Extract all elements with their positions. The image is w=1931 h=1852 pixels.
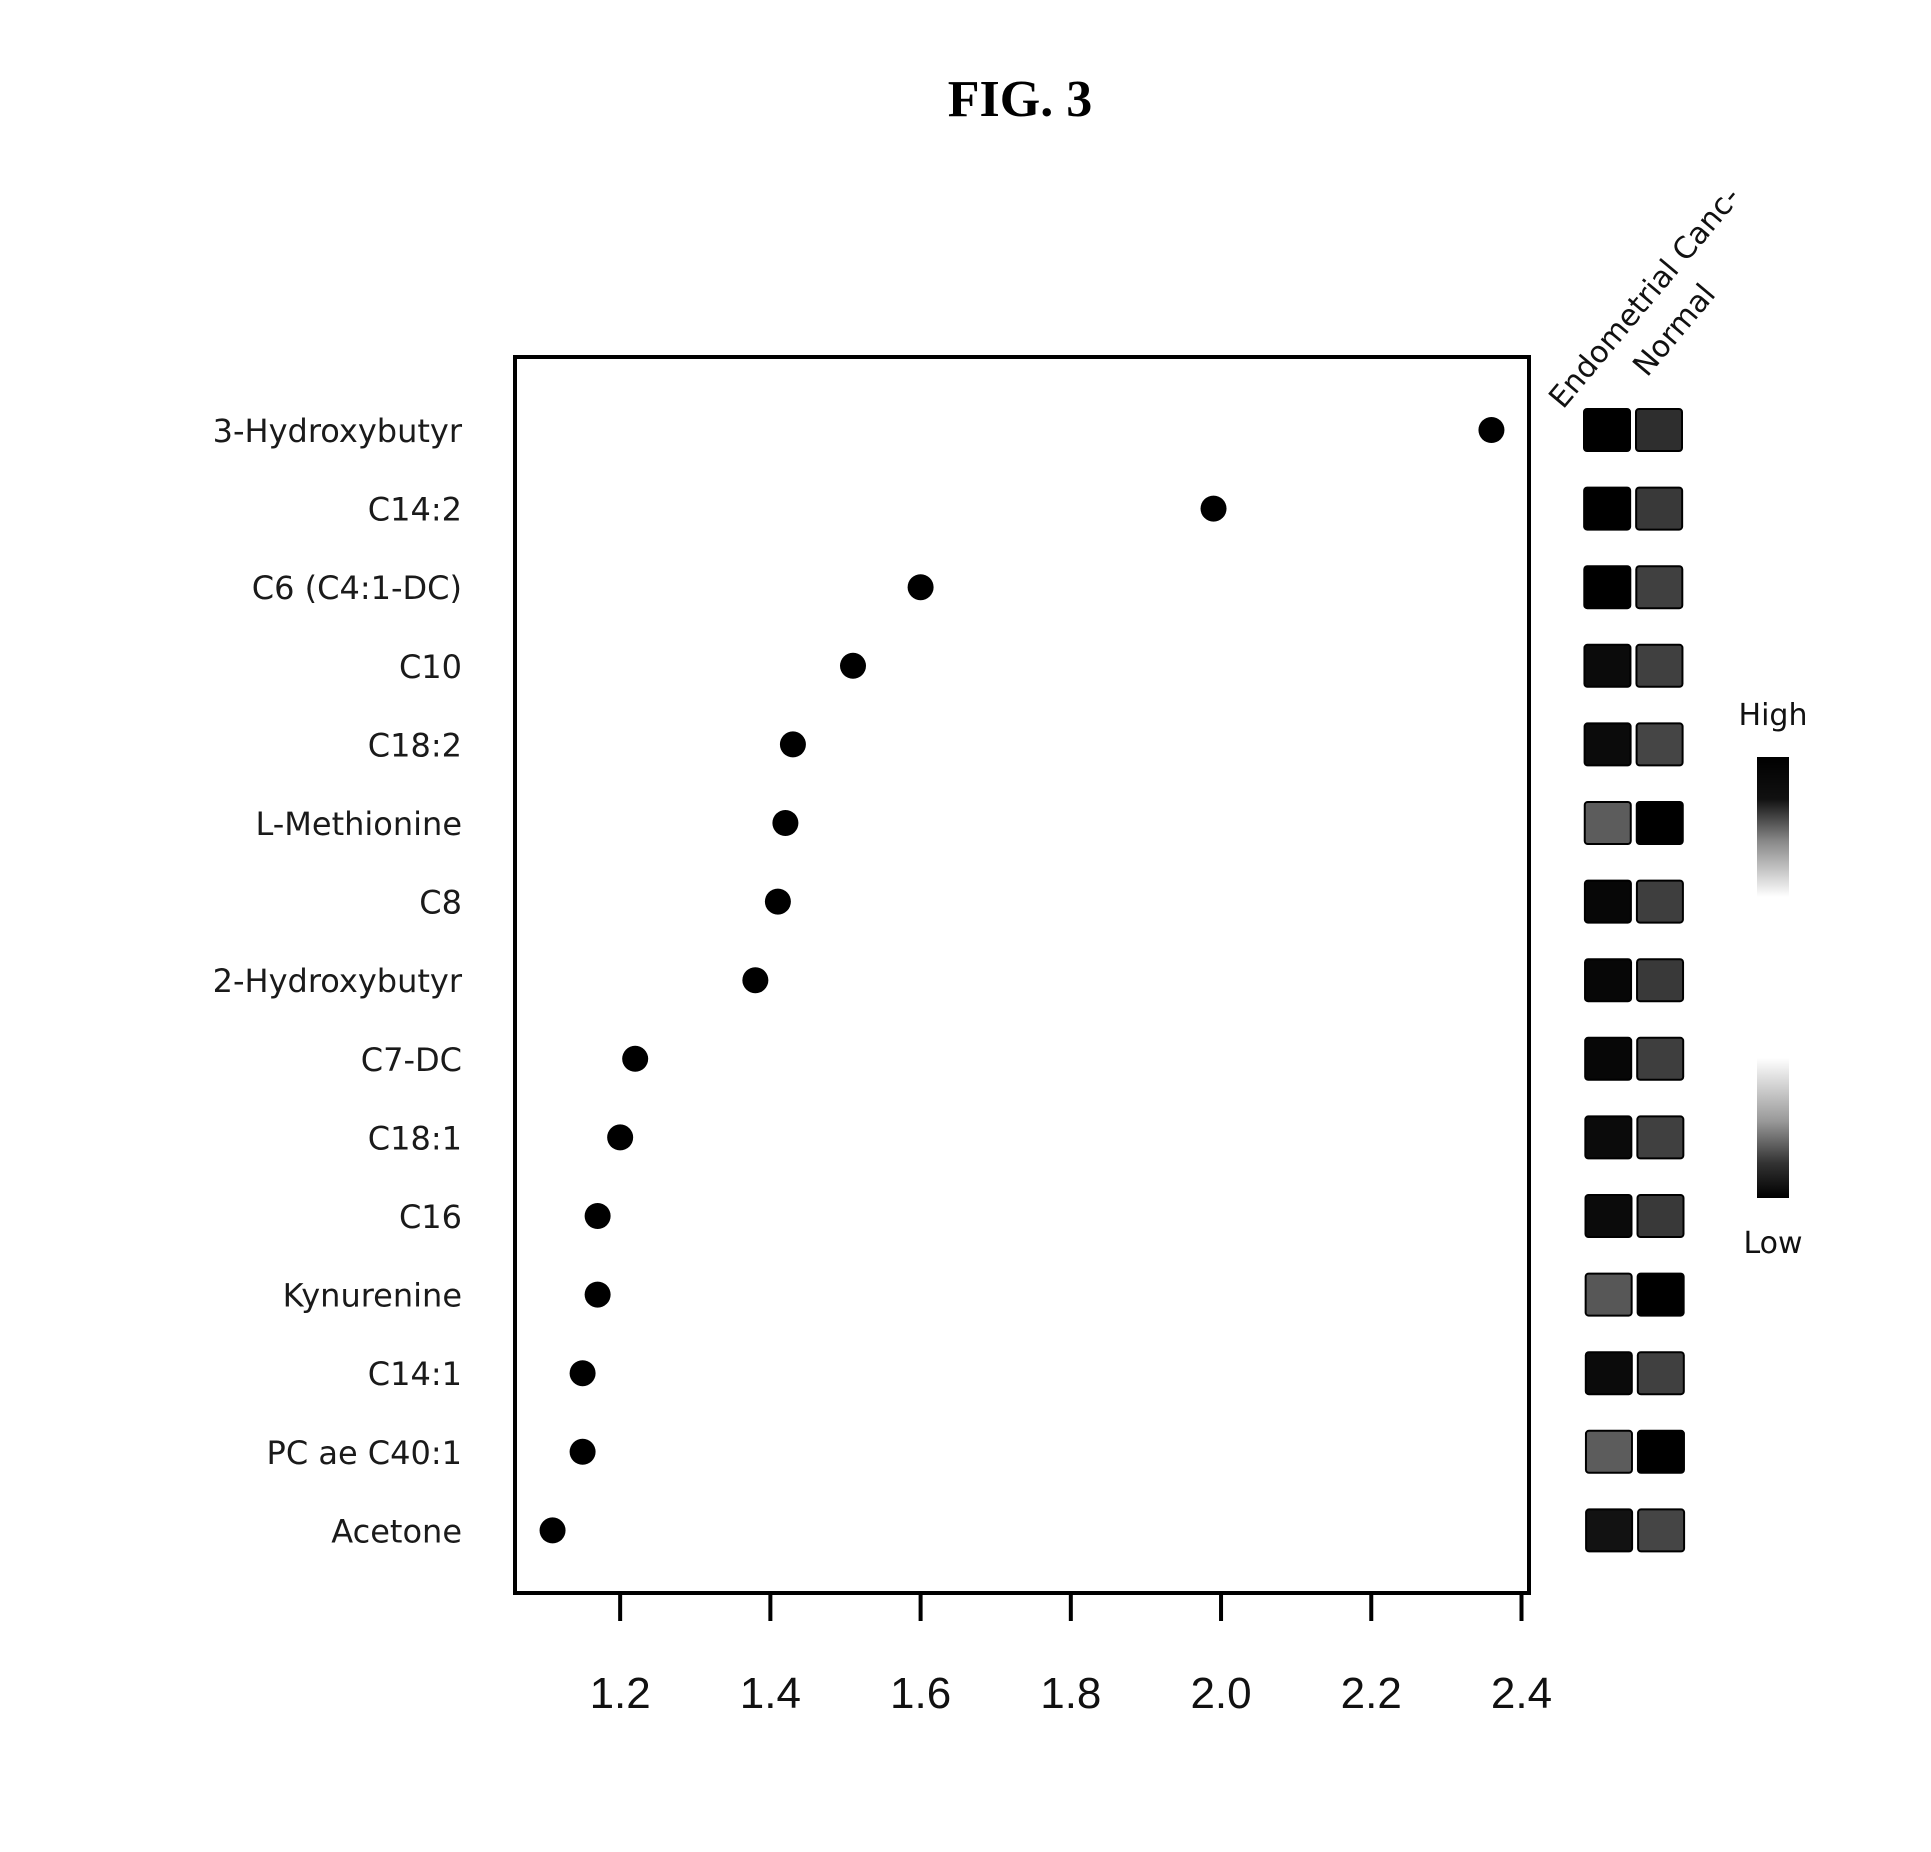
data-point [840,652,866,679]
data-point [764,888,791,915]
heatmap-cell [1584,958,1633,1003]
heatmap-cell [1635,408,1683,452]
data-point [569,1360,596,1387]
heatmap-cell [1635,486,1684,531]
heatmap-cell [1635,565,1684,610]
color-legend: High Low [1739,698,1808,1261]
heatmap-cell [1635,722,1684,767]
data-point [622,1045,649,1072]
heatmap-cell [1584,1272,1633,1317]
heatmap-cell [1584,1351,1633,1396]
category-label: Acetone [331,1512,462,1550]
data-point [584,1203,611,1229]
heatmap-cell [1584,1036,1633,1081]
category-label: PC ae C40:1 [267,1434,462,1472]
x-tick-label: 1.2 [590,1669,651,1718]
data-point [584,1281,611,1308]
data-point [569,1438,596,1465]
heatmap-cell [1585,1508,1634,1553]
heatmap-cell [1583,722,1632,767]
x-tick-label: 1.8 [1040,1669,1101,1718]
x-tick-label: 1.6 [890,1669,951,1718]
heatmap-cell [1584,1194,1633,1238]
x-tick-label: 2.0 [1190,1669,1251,1718]
legend-low-gradient [1757,1058,1789,1198]
legend-low-label: Low [1743,1226,1802,1261]
category-label: 3-Hydroxybutyr [213,412,463,450]
category-label: C10 [399,648,462,686]
heatmap-cell [1583,565,1632,610]
data-point [742,967,769,994]
heatmap [1583,408,1686,1553]
heatmap-column-labels: Endometrial Canc-Normal [1542,180,1747,415]
x-tick-label: 1.4 [740,1669,801,1718]
data-point [539,1517,566,1544]
heatmap-cell [1635,643,1684,688]
heatmap-cell [1584,1429,1633,1474]
category-label: C6 (C4:1-DC) [252,569,462,607]
plot-frame [513,355,1531,1595]
category-label: C14:1 [368,1355,462,1393]
heatmap-cell [1583,486,1632,531]
data-point [607,1124,634,1151]
data-point [907,574,934,601]
category-label: C8 [419,884,462,922]
x-tick-label: 2.4 [1491,1669,1552,1718]
category-label: Kynurenine [283,1277,462,1315]
y-axis-labels: 3-Hydroxybutyr C14:2 C6 (C4:1-DC) C10 C18:2 L… [213,412,463,1550]
heatmap-cell [1583,879,1632,924]
heatmap-cell [1584,1115,1633,1160]
heatmap-cell [1635,879,1684,924]
heatmap-cell [1635,801,1684,845]
category-label: C16 [399,1198,462,1236]
category-label: C7-DC [361,1041,462,1079]
data-point [1478,417,1505,443]
x-tick-label: 2.2 [1341,1669,1402,1718]
heatmap-cell [1636,1115,1685,1160]
x-axis: 1.2 1.4 1.6 1.8 2.0 2.2 2.4 [590,1593,1552,1718]
category-label: C14:2 [368,491,462,529]
legend-high-gradient [1757,757,1789,897]
data-point [779,731,806,758]
category-label: C18:1 [368,1119,462,1157]
data-point [772,810,799,836]
heatmap-cell [1583,408,1631,452]
category-label: 2-Hydroxybutyr [213,962,463,1000]
heatmap-cell [1637,1508,1686,1553]
dot-plot-chart: 1.2 1.4 1.6 1.8 2.0 2.2 2.4 3-Hydroxybutyr C14:… [213,180,1808,1718]
category-label: C18:2 [368,726,462,764]
heatmap-cell [1583,643,1632,688]
heatmap-cell [1636,958,1685,1003]
heatmap-cell [1636,1429,1685,1474]
category-label: L-Methionine [255,805,462,843]
heatmap-cell [1583,801,1632,845]
heatmap-cell [1636,1351,1685,1396]
legend-high-label: High [1739,698,1808,733]
heatmap-cell [1636,1272,1685,1317]
heatmap-cell [1636,1036,1685,1081]
data-point [1200,495,1227,522]
data-points [539,417,1505,1544]
heatmap-cell [1636,1194,1685,1238]
